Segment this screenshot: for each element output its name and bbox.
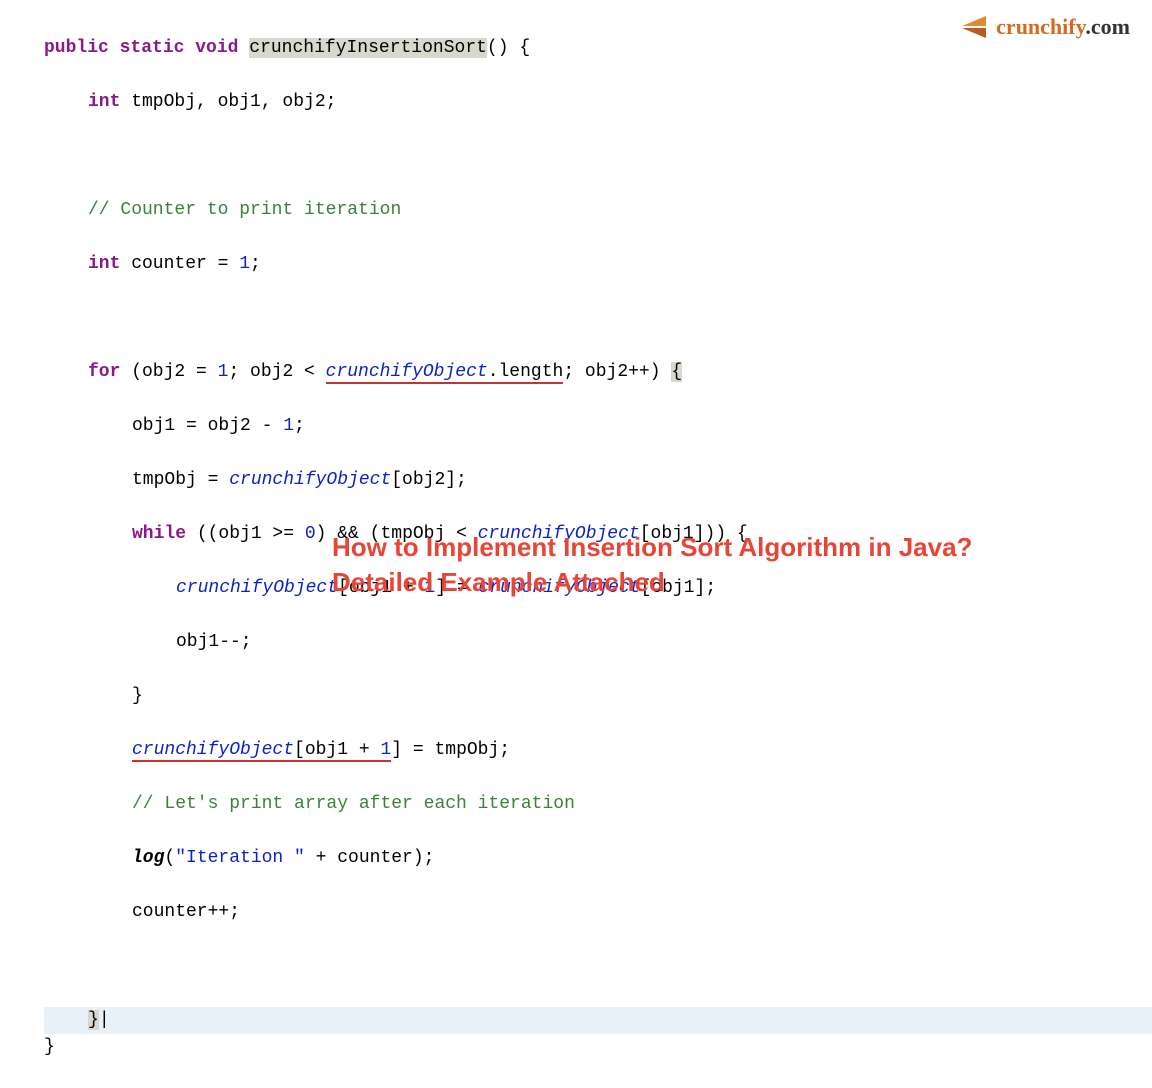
comment-line: // Let's print array after each iteratio… — [44, 791, 1152, 818]
comment-line: // Counter to print iteration — [44, 197, 1152, 224]
logo-icon — [962, 16, 990, 38]
code-line: crunchifyObject[obj1 + 1] = tmpObj; — [44, 737, 1152, 764]
code-line: } — [44, 683, 1152, 710]
article-title: How to Implement Insertion Sort Algorith… — [332, 530, 972, 600]
code-line: log("Iteration " + counter); — [44, 845, 1152, 872]
brand-logo: crunchify.com — [962, 10, 1130, 43]
code-line: int counter = 1; — [44, 251, 1152, 278]
blank-line — [44, 143, 1152, 170]
logo-text: crunchify.com — [996, 10, 1130, 43]
active-cursor-line: }| — [44, 1007, 1152, 1034]
code-line: int tmpObj, obj1, obj2; — [44, 89, 1152, 116]
highlighted-method-name: crunchifyInsertionSort — [249, 38, 487, 58]
code-line: obj1--; — [44, 629, 1152, 656]
code-line: for (obj2 = 1; obj2 < crunchifyObject.le… — [44, 359, 1152, 386]
code-line: counter++; — [44, 899, 1152, 926]
code-line: tmpObj = crunchifyObject[obj2]; — [44, 467, 1152, 494]
title-line-1: How to Implement Insertion Sort Algorith… — [332, 530, 972, 565]
code-line: obj1 = obj2 - 1; — [44, 413, 1152, 440]
text-cursor: | — [99, 1010, 110, 1030]
blank-line — [44, 305, 1152, 332]
blank-line — [44, 953, 1152, 980]
title-line-2: Detailed Example Attached — [332, 565, 972, 600]
code-line: } — [44, 1034, 1152, 1061]
